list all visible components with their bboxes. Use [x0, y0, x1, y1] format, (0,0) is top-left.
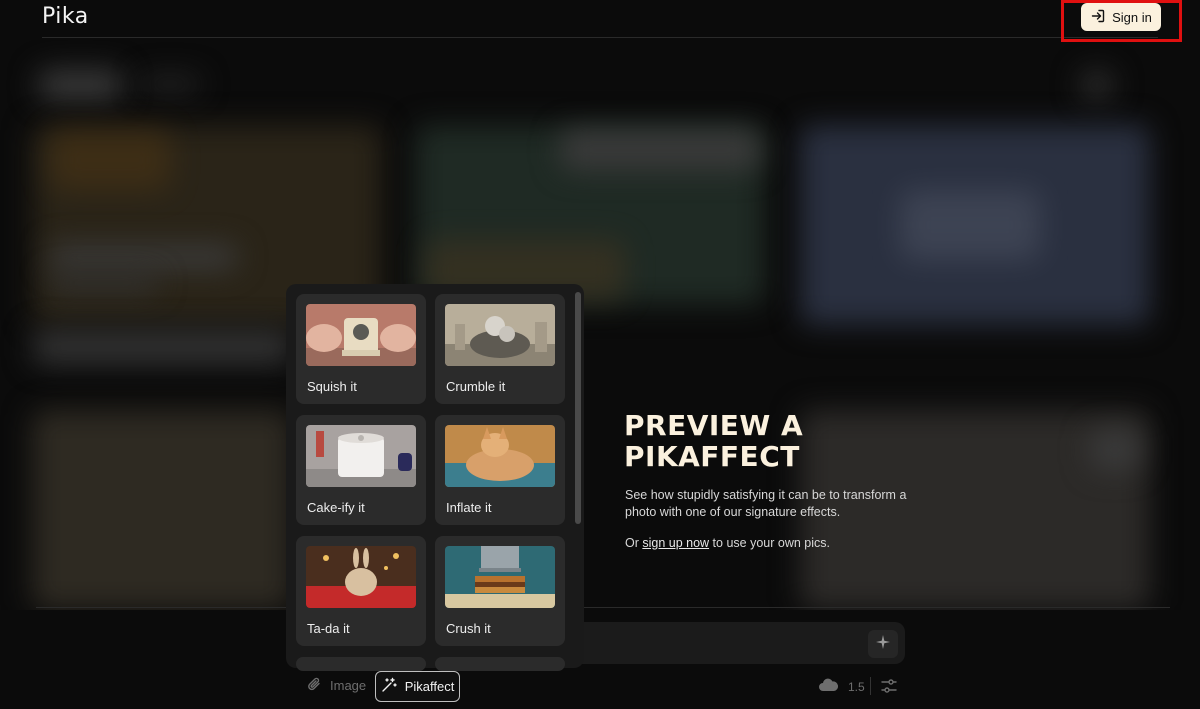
credits-value: 1.5 [848, 679, 865, 694]
effects-scrollbar[interactable] [575, 292, 581, 524]
effect-card-crumble[interactable]: Crumble it [435, 294, 565, 404]
image-upload-button[interactable]: Image [306, 676, 366, 695]
preview-title-line: PREVIEW A [624, 409, 804, 442]
cta-suffix: to use your own pics. [709, 536, 830, 550]
cakeify-thumbnail [306, 425, 416, 487]
preview-cta: Or sign up now to use your own pics. [625, 536, 830, 550]
effect-label: Ta-da it [307, 621, 350, 636]
effect-card-cakeify[interactable]: Cake-ify it [296, 415, 426, 525]
settings-sliders-button[interactable] [880, 678, 898, 699]
magic-wand-icon [381, 677, 397, 696]
paperclip-icon [306, 676, 322, 695]
effect-label: Cake-ify it [307, 500, 365, 515]
effect-card-crush[interactable]: Crush it [435, 536, 565, 646]
effect-label: Inflate it [446, 500, 492, 515]
crush-thumbnail [445, 546, 555, 608]
header-divider [42, 37, 1158, 38]
effect-label: Crumble it [446, 379, 506, 394]
effect-card-tada[interactable]: Ta-da it [296, 536, 426, 646]
effect-label: Crush it [446, 621, 491, 636]
sparkle-icon [875, 634, 891, 655]
pikaffect-button[interactable]: Pikaffect [375, 671, 460, 702]
inflate-thumbnail [445, 425, 555, 487]
toolbar-divider [870, 677, 871, 695]
effect-card-inflate[interactable]: Inflate it [435, 415, 565, 525]
prompt-input[interactable] [570, 622, 905, 664]
credits-indicator: 1.5 [818, 678, 865, 695]
effect-card-partial[interactable] [296, 657, 426, 671]
generate-button[interactable] [868, 630, 898, 658]
preview-title: PREVIEW A PIKAFFECT [624, 410, 944, 472]
sliders-icon [880, 679, 898, 698]
sign-in-label: Sign in [1112, 9, 1152, 25]
tada-thumbnail [306, 546, 416, 608]
credits-cloud-icon [818, 678, 839, 695]
preview-description: See how stupidly satisfying it can be to… [625, 488, 907, 519]
crumble-thumbnail [445, 304, 555, 366]
preview-title-line: PIKAFFECT [624, 440, 800, 473]
blurred-gallery-background [0, 40, 1200, 610]
effect-label: Squish it [307, 379, 357, 394]
effect-card-squish[interactable]: Squish it [296, 294, 426, 404]
squish-thumbnail [306, 304, 416, 366]
login-arrow-icon [1090, 8, 1106, 27]
sign-in-button[interactable]: Sign in [1081, 3, 1161, 31]
pikaffect-label: Pikaffect [404, 679, 455, 694]
effect-card-partial[interactable] [435, 657, 565, 671]
sign-up-link[interactable]: sign up now [642, 536, 709, 550]
content-divider [36, 607, 1170, 608]
top-header: Pika [0, 0, 1200, 38]
cta-prefix: Or [625, 536, 643, 550]
image-label: Image [330, 678, 367, 693]
pika-logo[interactable]: Pika [42, 4, 89, 29]
